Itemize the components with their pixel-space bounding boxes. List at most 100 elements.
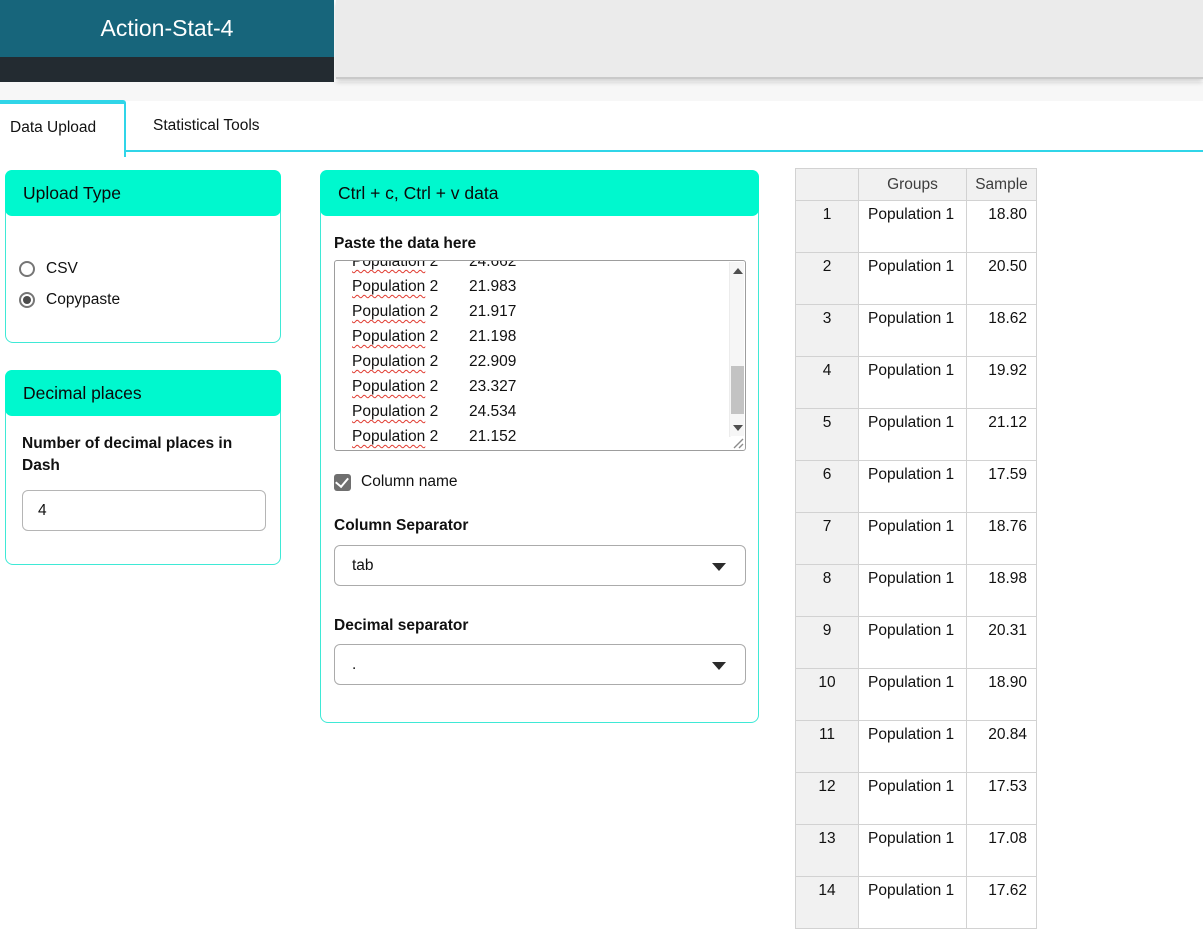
table-row: 13Population 117.08 (796, 825, 1037, 877)
resize-grip-icon[interactable] (731, 436, 744, 449)
header-dark-band (0, 57, 334, 82)
sample-cell[interactable]: 17.08 (967, 825, 1037, 877)
decimal-places-input-label: Number of decimal places in Dash (22, 433, 264, 477)
sample-cell[interactable]: 18.98 (967, 565, 1037, 617)
sample-cell[interactable]: 18.90 (967, 669, 1037, 721)
index-column-header (796, 169, 859, 201)
textarea-line: Population 222.909 (352, 349, 728, 374)
scrollbar-thumb[interactable] (731, 366, 744, 414)
group-cell[interactable]: Population 1 (859, 513, 967, 565)
group-cell[interactable]: Population 1 (859, 253, 967, 305)
table-row: 4Population 119.92 (796, 357, 1037, 409)
textarea-line: Population 224.662 (352, 260, 728, 274)
decimal-separator-select[interactable]: . (334, 644, 746, 685)
table-row: 6Population 117.59 (796, 461, 1037, 513)
table-row: 1Population 118.80 (796, 201, 1037, 253)
column-name-checkbox[interactable] (334, 474, 351, 491)
group-cell[interactable]: Population 1 (859, 201, 967, 253)
page: Action-Stat-4 Data Upload Statistical To… (0, 0, 1203, 952)
textarea-line: Population 221.198 (352, 324, 728, 349)
paste-data-title: Ctrl + c, Ctrl + v data (338, 183, 498, 204)
column-separator-select[interactable]: tab (334, 545, 746, 586)
sample-cell[interactable]: 19.92 (967, 357, 1037, 409)
row-index-cell: 8 (796, 565, 859, 617)
chevron-down-icon (712, 662, 726, 670)
column-name-option[interactable]: Column name (334, 473, 458, 491)
paste-textarea[interactable]: Population 224.662Population 221.983Popu… (334, 260, 746, 451)
row-index-cell: 12 (796, 773, 859, 825)
table-row: 7Population 118.76 (796, 513, 1037, 565)
table-row: 8Population 118.98 (796, 565, 1037, 617)
group-cell[interactable]: Population 1 (859, 461, 967, 513)
scroll-up-icon[interactable] (733, 268, 743, 274)
radio-copypaste-label: Copypaste (46, 291, 120, 309)
paste-data-card: Ctrl + c, Ctrl + v data Paste the data h… (320, 170, 759, 723)
tab-data-upload-label: Data Upload (10, 119, 96, 137)
paste-data-card-header: Ctrl + c, Ctrl + v data (320, 170, 759, 216)
table-header-row: Groups Sample (796, 169, 1037, 201)
textarea-line: Population 224.534 (352, 399, 728, 424)
table-row: 5Population 121.12 (796, 409, 1037, 461)
textarea-line: Population 223.327 (352, 374, 728, 399)
table-row: 11Population 120.84 (796, 721, 1037, 773)
paste-textarea-lines: Population 224.662Population 221.983Popu… (335, 260, 728, 449)
sample-cell[interactable]: 17.53 (967, 773, 1037, 825)
textarea-line: Population 221.152 (352, 424, 728, 449)
sample-cell[interactable]: 20.84 (967, 721, 1037, 773)
table-row: 2Population 120.50 (796, 253, 1037, 305)
tab-statistical-tools[interactable]: Statistical Tools (126, 103, 446, 149)
decimal-places-title: Decimal places (23, 383, 142, 404)
sample-cell[interactable]: 21.12 (967, 409, 1037, 461)
chevron-down-icon (712, 563, 726, 571)
groups-column-header: Groups (859, 169, 967, 201)
group-cell[interactable]: Population 1 (859, 305, 967, 357)
scroll-down-icon[interactable] (733, 425, 743, 431)
textarea-line: Population 221.983 (352, 274, 728, 299)
group-cell[interactable]: Population 1 (859, 773, 967, 825)
decimal-separator-label: Decimal separator (334, 617, 468, 635)
row-index-cell: 3 (796, 305, 859, 357)
group-cell[interactable]: Population 1 (859, 877, 967, 929)
sample-cell[interactable]: 18.80 (967, 201, 1037, 253)
group-cell[interactable]: Population 1 (859, 409, 967, 461)
sample-cell[interactable]: 20.31 (967, 617, 1037, 669)
decimal-places-card-header: Decimal places (5, 370, 281, 416)
group-cell[interactable]: Population 1 (859, 617, 967, 669)
tab-statistical-tools-label: Statistical Tools (153, 117, 260, 135)
sample-cell[interactable]: 20.50 (967, 253, 1037, 305)
radio-copypaste-icon[interactable] (19, 292, 35, 308)
table-row: 10Population 118.90 (796, 669, 1037, 721)
group-cell[interactable]: Population 1 (859, 721, 967, 773)
row-index-cell: 13 (796, 825, 859, 877)
row-index-cell: 5 (796, 409, 859, 461)
table-row: 14Population 117.62 (796, 877, 1037, 929)
radio-csv-icon[interactable] (19, 261, 35, 277)
decimal-places-input[interactable] (22, 490, 266, 531)
textarea-scrollbar[interactable] (729, 262, 744, 437)
row-index-cell: 10 (796, 669, 859, 721)
radio-option-copypaste[interactable]: Copypaste (19, 289, 120, 311)
decimal-places-card: Decimal places Number of decimal places … (5, 370, 281, 565)
textarea-line: Population 221.917 (352, 299, 728, 324)
data-preview-table: Groups Sample 1Population 118.802Populat… (795, 168, 1037, 929)
tab-data-upload[interactable]: Data Upload (0, 100, 126, 157)
sample-cell[interactable]: 18.62 (967, 305, 1037, 357)
group-cell[interactable]: Population 1 (859, 825, 967, 877)
radio-csv-label: CSV (46, 260, 78, 278)
group-cell[interactable]: Population 1 (859, 565, 967, 617)
sample-cell[interactable]: 17.62 (967, 877, 1037, 929)
row-index-cell: 11 (796, 721, 859, 773)
sample-cell[interactable]: 17.59 (967, 461, 1037, 513)
upload-type-title: Upload Type (23, 183, 121, 204)
app-header: Action-Stat-4 (0, 0, 334, 57)
column-name-label: Column name (361, 473, 458, 491)
radio-option-csv[interactable]: CSV (19, 258, 78, 280)
row-index-cell: 9 (796, 617, 859, 669)
table-row: 9Population 120.31 (796, 617, 1037, 669)
header-gray-panel (336, 0, 1203, 79)
sample-cell[interactable]: 18.76 (967, 513, 1037, 565)
app-title: Action-Stat-4 (101, 15, 234, 42)
group-cell[interactable]: Population 1 (859, 669, 967, 721)
group-cell[interactable]: Population 1 (859, 357, 967, 409)
upload-type-card-header: Upload Type (5, 170, 281, 216)
